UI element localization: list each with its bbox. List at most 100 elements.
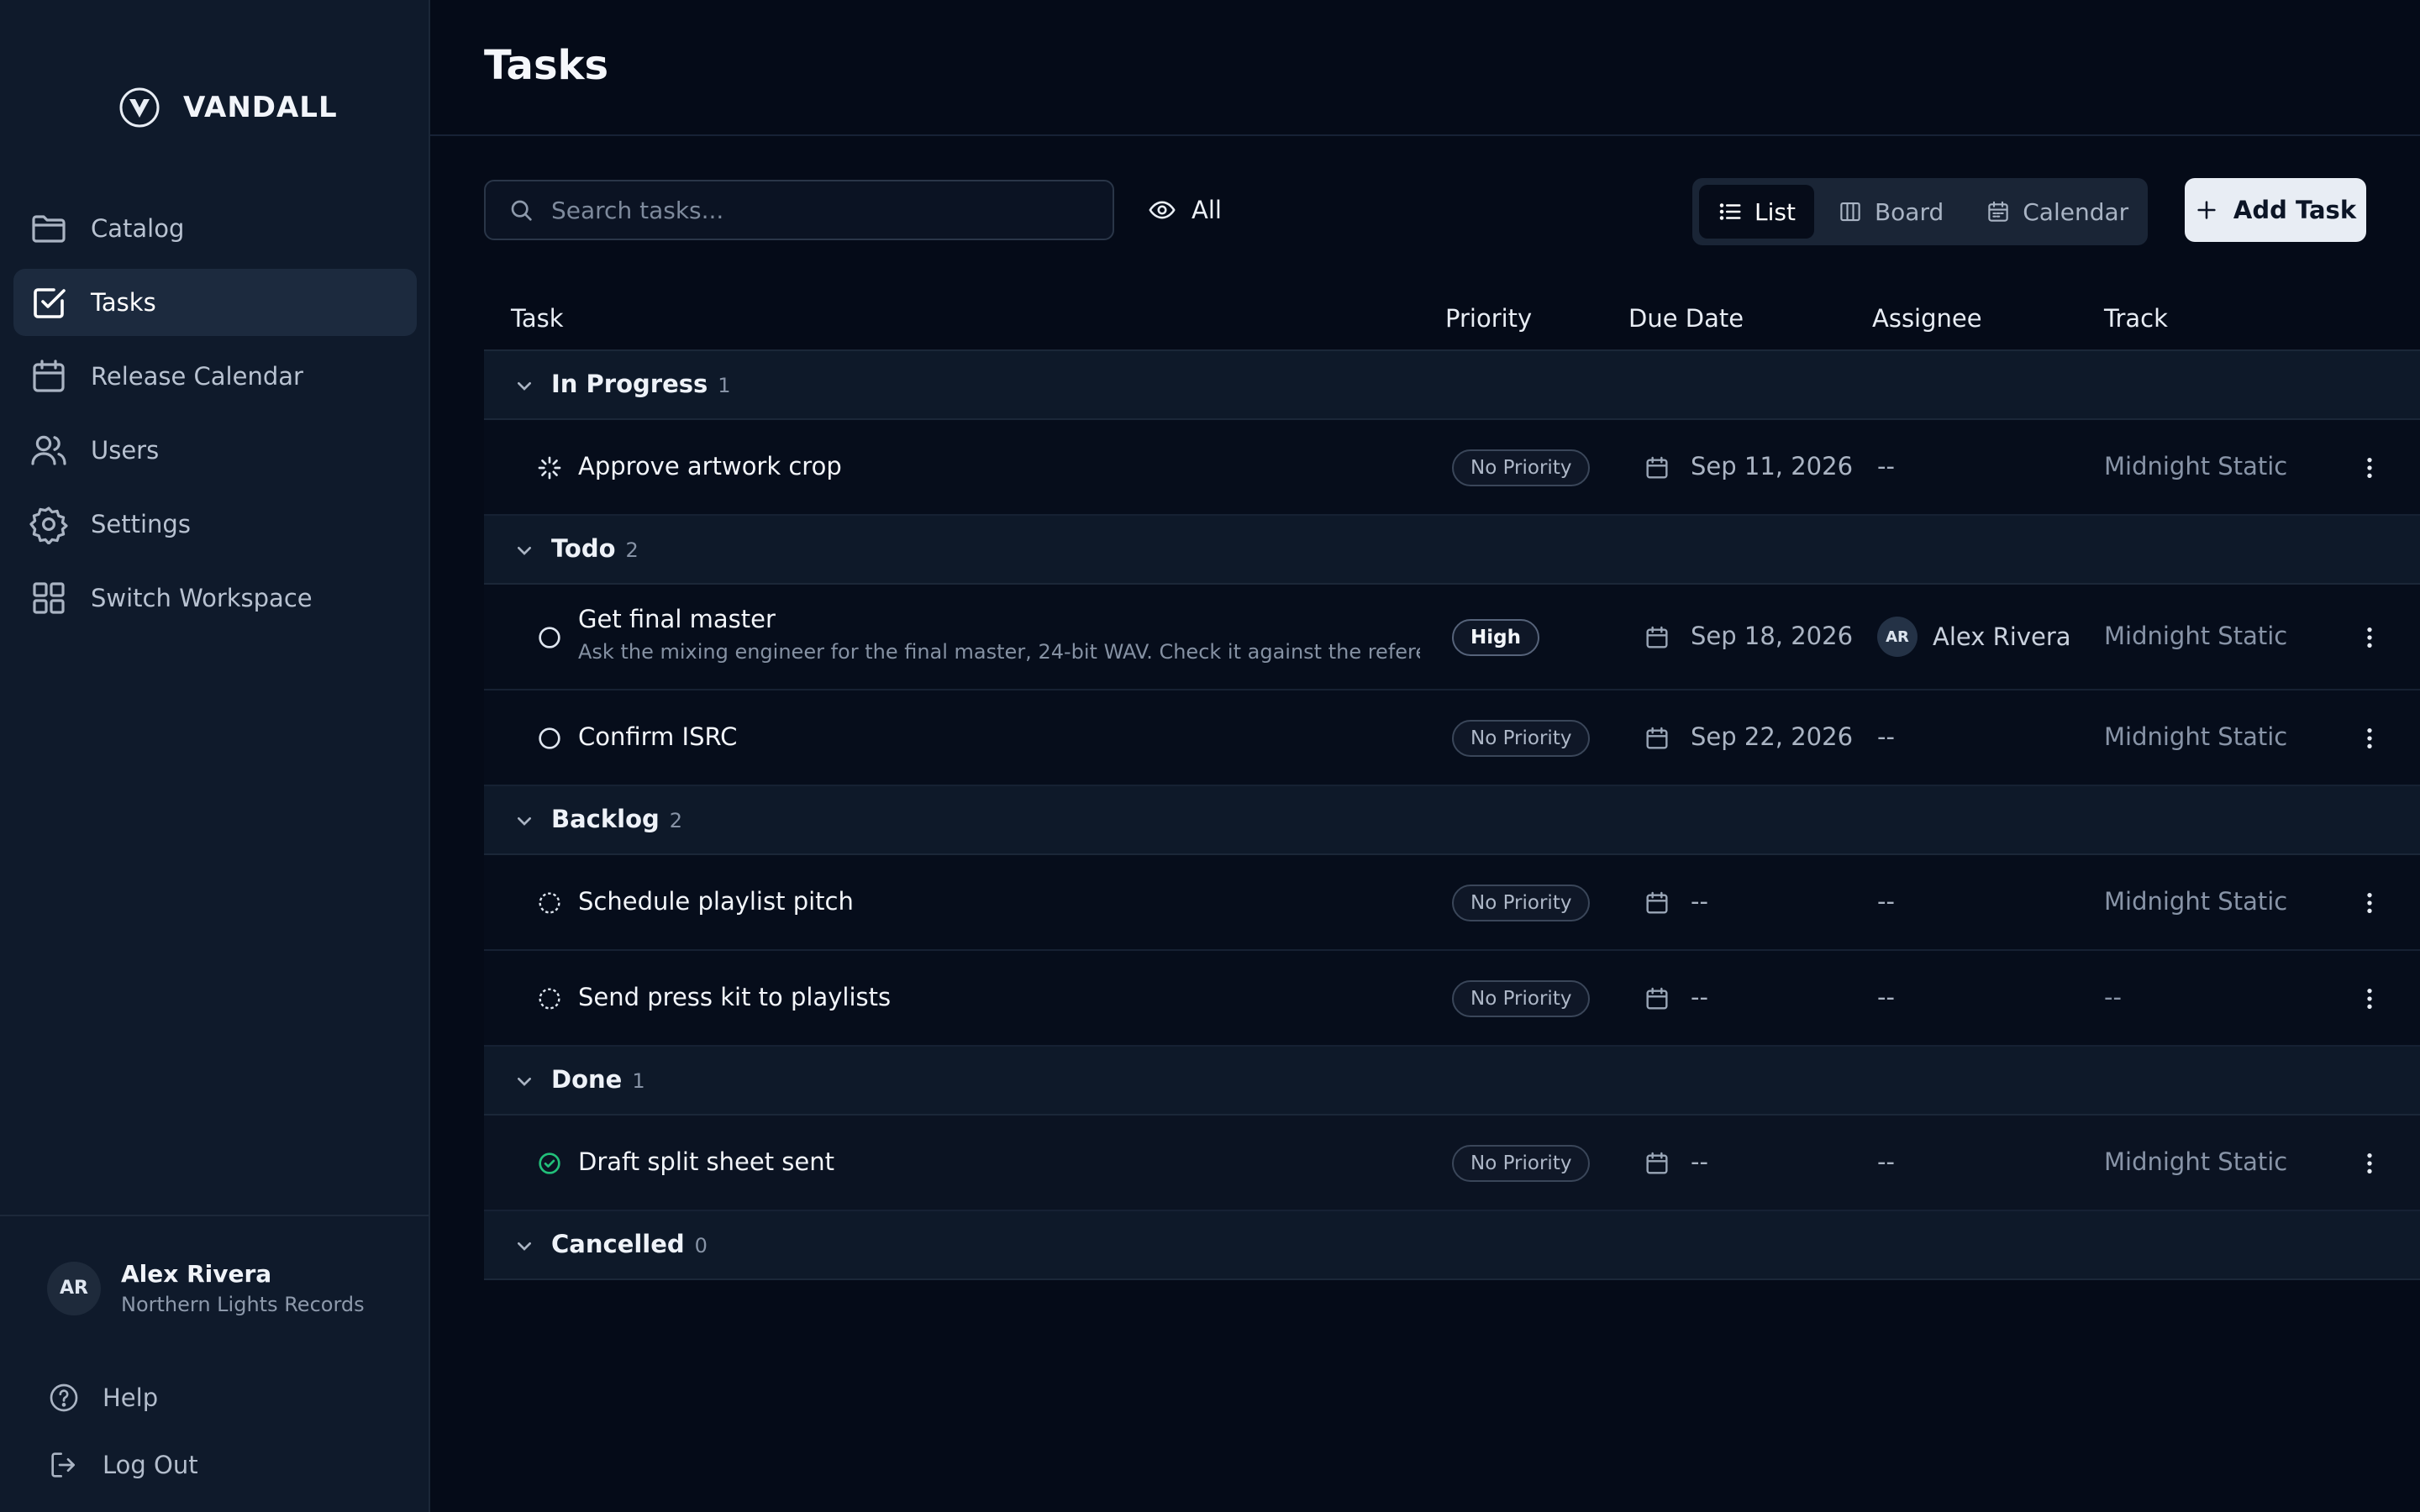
- backlog-status-icon[interactable]: [536, 985, 563, 1012]
- group-cancelled[interactable]: Cancelled 0: [484, 1211, 2420, 1280]
- gear-icon: [29, 504, 69, 544]
- column-header-track[interactable]: Track: [2104, 304, 2168, 333]
- add-task-button[interactable]: Add Task: [2185, 178, 2366, 242]
- group-label: In Progress 1: [551, 370, 731, 398]
- chevron-down-icon[interactable]: [511, 537, 538, 564]
- users-icon: [29, 430, 69, 470]
- list-icon: [1719, 203, 1741, 220]
- brand-name: VANDALL: [183, 91, 338, 124]
- group-count: 2: [625, 538, 639, 562]
- search-box[interactable]: [484, 180, 1114, 240]
- plus-icon: [2197, 201, 2216, 219]
- priority-badge[interactable]: No Priority: [1452, 980, 1591, 1017]
- chevron-down-icon[interactable]: [511, 1068, 538, 1095]
- sidebar-nav: Catalog Tasks Release Calendar Users Set…: [13, 195, 417, 638]
- view-list-button[interactable]: List: [1699, 185, 1814, 239]
- main-content: Tasks All List Board Calendar: [430, 0, 2420, 1512]
- due-date[interactable]: --: [1691, 983, 1708, 1011]
- track-name: Midnight Static: [2104, 452, 2288, 480]
- more-vertical-icon[interactable]: [2356, 985, 2383, 1012]
- due-date[interactable]: Sep 18, 2026: [1691, 622, 1853, 650]
- todo-status-icon[interactable]: [536, 725, 563, 752]
- sidebar-item-release-calendar[interactable]: Release Calendar: [13, 343, 417, 410]
- chevron-down-icon[interactable]: [511, 807, 538, 834]
- assignee[interactable]: --: [1877, 887, 1895, 916]
- group-label: Backlog 2: [551, 805, 682, 833]
- group-in-progress[interactable]: In Progress 1: [484, 351, 2420, 420]
- priority-badge[interactable]: High: [1452, 619, 1539, 656]
- search-input[interactable]: [551, 196, 1089, 224]
- chevron-down-icon[interactable]: [511, 372, 538, 399]
- task-title: Schedule playlist pitch: [578, 887, 854, 916]
- group-label: Done 1: [551, 1065, 645, 1094]
- due-date[interactable]: --: [1691, 887, 1708, 916]
- group-done[interactable]: Done 1: [484, 1047, 2420, 1116]
- assignee[interactable]: AR Alex Rivera: [1877, 617, 2071, 657]
- priority-badge[interactable]: No Priority: [1452, 720, 1591, 757]
- more-vertical-icon[interactable]: [2356, 725, 2383, 752]
- group-title: Cancelled: [551, 1230, 685, 1258]
- chevron-down-icon[interactable]: [511, 1232, 538, 1259]
- calendar-icon: [29, 356, 69, 396]
- sidebar-item-settings[interactable]: Settings: [13, 491, 417, 558]
- board-icon: [1840, 202, 1860, 222]
- assignee[interactable]: --: [1877, 1147, 1895, 1176]
- help-label: Help: [103, 1383, 159, 1412]
- table-row[interactable]: Draft split sheet sent No Priority -- --…: [484, 1116, 2420, 1211]
- table-row[interactable]: Confirm ISRC No Priority Sep 22, 2026 --…: [484, 690, 2420, 786]
- more-vertical-icon[interactable]: [2356, 454, 2383, 481]
- sidebar-item-switch-workspace[interactable]: Switch Workspace: [13, 564, 417, 632]
- more-vertical-icon[interactable]: [2356, 1150, 2383, 1177]
- table-row[interactable]: Get final master Ask the mixing engineer…: [484, 585, 2420, 690]
- track-name: --: [2104, 983, 2122, 1011]
- group-label: Cancelled 0: [551, 1230, 708, 1258]
- due-date[interactable]: --: [1691, 1147, 1708, 1176]
- visibility-filter-button[interactable]: All: [1148, 178, 1222, 242]
- group-todo[interactable]: Todo 2: [484, 516, 2420, 585]
- backlog-status-icon[interactable]: [536, 890, 563, 916]
- due-date[interactable]: Sep 11, 2026: [1691, 452, 1853, 480]
- user-profile[interactable]: AR Alex Rivera Northern Lights Records: [47, 1260, 365, 1316]
- logout-link[interactable]: Log Out: [47, 1431, 198, 1499]
- task-title: Confirm ISRC: [578, 722, 738, 751]
- table-row[interactable]: Schedule playlist pitch No Priority -- -…: [484, 855, 2420, 951]
- column-header-due-date[interactable]: Due Date: [1628, 304, 1744, 333]
- eye-icon: [1149, 201, 1176, 219]
- assignee[interactable]: --: [1877, 722, 1895, 751]
- todo-status-icon[interactable]: [536, 624, 563, 651]
- assignee[interactable]: --: [1877, 983, 1895, 1011]
- folder-icon: [29, 208, 69, 249]
- column-header-task[interactable]: Task: [511, 304, 564, 333]
- sidebar-item-catalog[interactable]: Catalog: [13, 195, 417, 262]
- due-date[interactable]: Sep 22, 2026: [1691, 722, 1853, 751]
- user-org: Northern Lights Records: [121, 1293, 365, 1316]
- sidebar: VANDALL Catalog Tasks Release Calendar U…: [0, 0, 430, 1512]
- more-vertical-icon[interactable]: [2356, 624, 2383, 651]
- column-header-assignee[interactable]: Assignee: [1872, 304, 1982, 333]
- sidebar-item-users[interactable]: Users: [13, 417, 417, 484]
- add-task-label: Add Task: [2233, 196, 2357, 224]
- calendar-icon: [1646, 1152, 1668, 1174]
- view-calendar-button[interactable]: Calendar: [1967, 185, 2147, 239]
- table-row[interactable]: Approve artwork crop No Priority Sep 11,…: [484, 420, 2420, 516]
- help-link[interactable]: Help: [47, 1364, 198, 1431]
- priority-badge[interactable]: No Priority: [1452, 885, 1591, 921]
- in-progress-status-icon[interactable]: [536, 454, 563, 481]
- view-board-button[interactable]: Board: [1819, 185, 1962, 239]
- table-row[interactable]: Send press kit to playlists No Priority …: [484, 951, 2420, 1047]
- logout-icon: [51, 1452, 75, 1478]
- view-list-label: List: [1754, 197, 1796, 226]
- avatar: AR: [1877, 617, 1918, 657]
- view-calendar-label: Calendar: [2023, 197, 2129, 226]
- column-header-priority[interactable]: Priority: [1445, 304, 1532, 333]
- avatar: AR: [47, 1261, 101, 1315]
- done-check-icon[interactable]: [536, 1150, 563, 1177]
- more-vertical-icon[interactable]: [2356, 890, 2383, 916]
- assignee[interactable]: --: [1877, 452, 1895, 480]
- priority-badge[interactable]: No Priority: [1452, 1145, 1591, 1182]
- group-label: Todo 2: [551, 534, 639, 563]
- priority-badge[interactable]: No Priority: [1452, 449, 1591, 486]
- sidebar-item-tasks[interactable]: Tasks: [13, 269, 417, 336]
- brand[interactable]: VANDALL: [118, 84, 338, 131]
- group-backlog[interactable]: Backlog 2: [484, 786, 2420, 855]
